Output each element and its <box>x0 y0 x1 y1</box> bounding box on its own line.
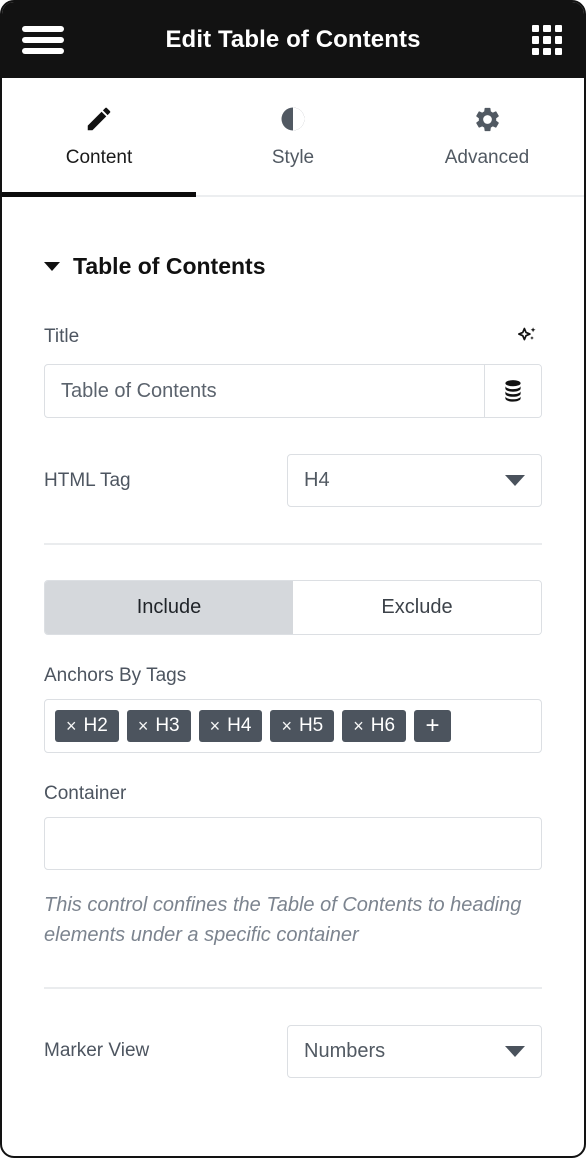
tag-chip[interactable]: × H2 <box>55 710 119 742</box>
html-tag-row: HTML Tag H4 <box>44 454 542 507</box>
caret-down-icon <box>44 262 60 271</box>
hamburger-bar <box>22 48 64 54</box>
edit-table-of-contents-panel: Edit Table of Contents Content Style Adv… <box>0 0 586 1158</box>
marker-view-select[interactable]: Numbers <box>287 1024 542 1078</box>
container-help-text: This control confines the Table of Conte… <box>44 894 522 947</box>
tag-chip[interactable]: × H3 <box>126 710 191 742</box>
tag-chip[interactable]: × H4 <box>198 710 263 742</box>
html-tag-label: HTML Tag <box>44 469 131 491</box>
chevron-down-icon <box>505 1045 525 1057</box>
close-icon[interactable]: × <box>138 717 149 735</box>
close-icon[interactable]: × <box>210 717 221 735</box>
contrast-icon <box>278 104 308 134</box>
close-icon[interactable]: × <box>281 717 292 735</box>
database-icon[interactable] <box>484 365 541 417</box>
tag-chip[interactable]: × H5 <box>270 710 335 742</box>
tag-chip-label: H5 <box>298 715 324 736</box>
tab-label: Style <box>271 147 315 168</box>
panel-body: Table of Contents Title Table of Content… <box>2 197 584 1078</box>
marker-view-label: Marker View <box>44 1040 150 1062</box>
tab-label: Content <box>65 147 133 168</box>
anchors-by-tags-field[interactable]: × H2 × H3 × H4 × H5 × H6 + <box>44 699 542 753</box>
section-title: Table of Contents <box>73 253 266 279</box>
tab-content[interactable]: Content <box>2 78 196 197</box>
tab-label: Advanced <box>444 147 530 168</box>
tab-style[interactable]: Style <box>196 78 390 195</box>
add-tag-button[interactable]: + <box>414 710 452 742</box>
container-label: Container <box>44 783 127 804</box>
tag-chip-label: H3 <box>155 715 180 736</box>
segment-include[interactable]: Include <box>45 581 293 634</box>
marker-view-row: Marker View Numbers <box>44 1024 542 1078</box>
close-icon[interactable]: × <box>353 717 364 735</box>
hamburger-bar <box>22 37 64 43</box>
marker-view-value: Numbers <box>304 1039 386 1062</box>
close-icon[interactable]: × <box>66 717 77 735</box>
tag-chip[interactable]: × H6 <box>342 710 407 742</box>
title-input-group <box>44 364 542 418</box>
pencil-icon <box>84 104 114 134</box>
panel-tabs: Content Style Advanced <box>2 78 584 197</box>
divider <box>44 986 542 989</box>
title-input[interactable] <box>45 365 484 417</box>
divider <box>44 543 542 545</box>
hamburger-bar <box>22 26 64 32</box>
tag-chip-label: H4 <box>227 715 252 736</box>
panel-titlebar: Edit Table of Contents <box>2 2 584 78</box>
html-tag-value: H4 <box>304 469 330 491</box>
gear-icon <box>473 104 502 134</box>
tag-chip-label: H2 <box>83 715 108 736</box>
chevron-down-icon <box>505 475 525 486</box>
hamburger-menu-icon[interactable] <box>22 23 64 57</box>
tag-chip-label: H6 <box>370 715 396 736</box>
title-label: Title <box>44 326 80 347</box>
sparkle-ai-icon[interactable] <box>512 322 542 352</box>
apps-grid-icon[interactable] <box>532 25 562 55</box>
segment-exclude[interactable]: Exclude <box>293 581 541 634</box>
container-input[interactable] <box>44 817 542 870</box>
panel-title: Edit Table of Contents <box>165 26 421 53</box>
section-header-table-of-contents[interactable]: Table of Contents <box>44 197 542 290</box>
html-tag-select[interactable]: H4 <box>287 454 542 507</box>
title-field-label-row: Title <box>44 322 542 352</box>
include-exclude-toggle: Include Exclude <box>44 580 542 635</box>
anchors-by-tags-label: Anchors By Tags <box>44 665 187 686</box>
tab-advanced[interactable]: Advanced <box>390 78 584 195</box>
